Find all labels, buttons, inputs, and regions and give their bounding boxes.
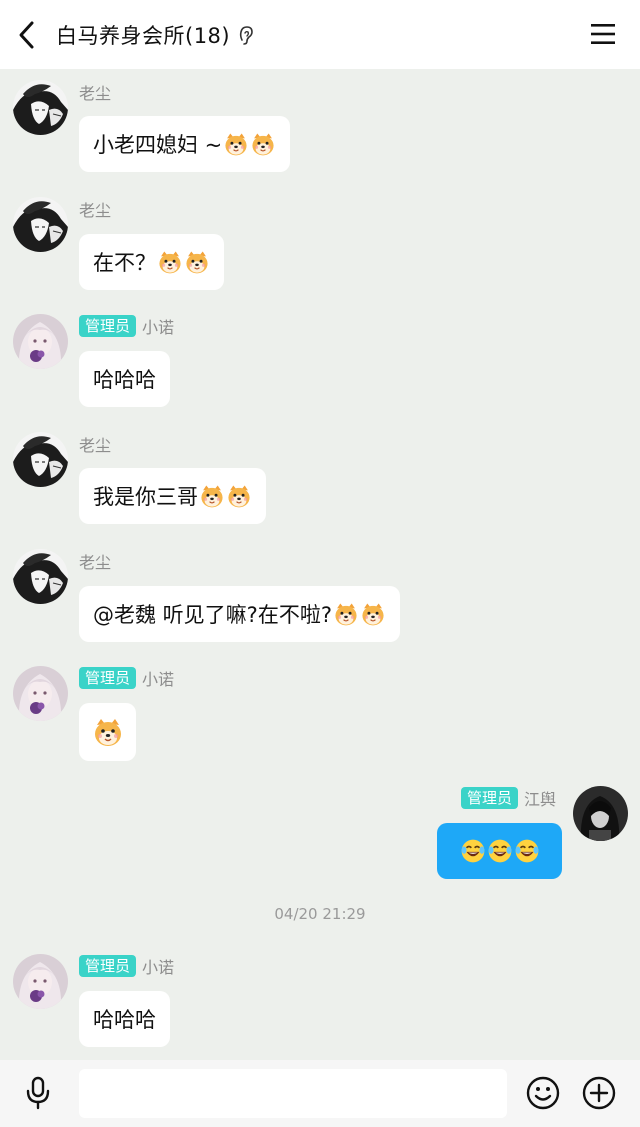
sender-name: 老尘 [79, 436, 112, 455]
chat-screen: 白马养身会所(18) 老尘 小老四媳妇 ~ 老尘 在不？ 管理员 小诺 哈哈哈 … [0, 0, 640, 1127]
microphone-icon[interactable] [24, 1076, 52, 1110]
message-input[interactable] [79, 1069, 507, 1118]
message-meta: 老尘 [79, 432, 111, 456]
avatar[interactable] [13, 666, 68, 721]
message-meta: 管理员 小诺 [79, 666, 174, 690]
message-bubble[interactable]: @老魏 听见了嘛?在不啦? [79, 586, 400, 642]
dog-emoji-icon [360, 601, 386, 627]
message-bubble[interactable] [437, 823, 562, 879]
tears-of-joy-emoji-icon [514, 838, 540, 864]
admin-badge: 管理员 [79, 955, 137, 977]
message-bubble[interactable]: 小老四媳妇 ~ [79, 116, 291, 172]
message-meta: 老尘 [79, 80, 111, 104]
ear-icon [238, 24, 254, 46]
message-meta: 老尘 [79, 197, 111, 221]
dog-emoji-icon [157, 249, 183, 275]
sender-name: 老尘 [79, 201, 112, 220]
chevron-left-icon[interactable] [14, 18, 42, 52]
tears-of-joy-emoji-icon [487, 838, 513, 864]
avatar[interactable] [13, 197, 68, 252]
message-text: 我是你三哥 [93, 485, 198, 509]
dog-emoji-icon [92, 716, 124, 748]
admin-badge: 管理员 [460, 787, 518, 809]
message-meta: 管理员 江舆 [460, 786, 556, 810]
message-bubble[interactable]: 哈哈哈 [79, 991, 170, 1047]
dog-emoji-icon [250, 131, 276, 157]
sender-name: 江舆 [523, 790, 556, 809]
message-bubble[interactable] [79, 703, 136, 761]
dog-emoji-icon [184, 249, 210, 275]
message-meta: 老尘 [79, 549, 111, 573]
hamburger-menu-icon[interactable] [590, 22, 616, 46]
message-text: 小老四媳妇 ~ [93, 133, 223, 157]
timestamp: 04/20 21:29 [274, 905, 366, 923]
tears-of-joy-emoji-icon [460, 838, 486, 864]
avatar[interactable] [13, 80, 68, 135]
message-text: 哈哈哈 [93, 368, 156, 392]
message-bubble[interactable]: 在不？ [79, 234, 224, 290]
message-meta: 管理员 小诺 [79, 314, 174, 338]
dog-emoji-icon [226, 483, 252, 509]
admin-badge: 管理员 [79, 667, 137, 689]
message-text: @老魏 听见了嘛?在不啦? [93, 603, 332, 627]
admin-badge: 管理员 [79, 315, 137, 337]
sender-name: 小诺 [142, 958, 175, 977]
chat-title-area[interactable]: 白马养身会所(18) [56, 0, 254, 69]
composer-bar [0, 1060, 640, 1127]
sender-name: 小诺 [142, 670, 175, 689]
chat-title: 白马养身会所(18) [56, 23, 231, 48]
message-meta: 管理员 小诺 [79, 954, 174, 978]
avatar[interactable] [13, 314, 68, 369]
message-bubble[interactable]: 我是你三哥 [79, 468, 266, 524]
sender-name: 小诺 [142, 318, 175, 337]
smiley-icon[interactable] [526, 1076, 560, 1110]
dog-emoji-icon [223, 131, 249, 157]
avatar[interactable] [13, 432, 68, 487]
sender-name: 老尘 [79, 553, 112, 572]
message-text: 哈哈哈 [93, 1008, 156, 1032]
avatar[interactable] [573, 786, 628, 841]
avatar[interactable] [13, 549, 68, 604]
message-bubble[interactable]: 哈哈哈 [79, 351, 170, 407]
dog-emoji-icon [333, 601, 359, 627]
avatar[interactable] [13, 954, 68, 1009]
plus-circle-icon[interactable] [582, 1076, 616, 1110]
message-text: 在不？ [93, 251, 156, 275]
dog-emoji-icon [199, 483, 225, 509]
sender-name: 老尘 [79, 84, 112, 103]
top-bar: 白马养身会所(18) [0, 0, 640, 69]
